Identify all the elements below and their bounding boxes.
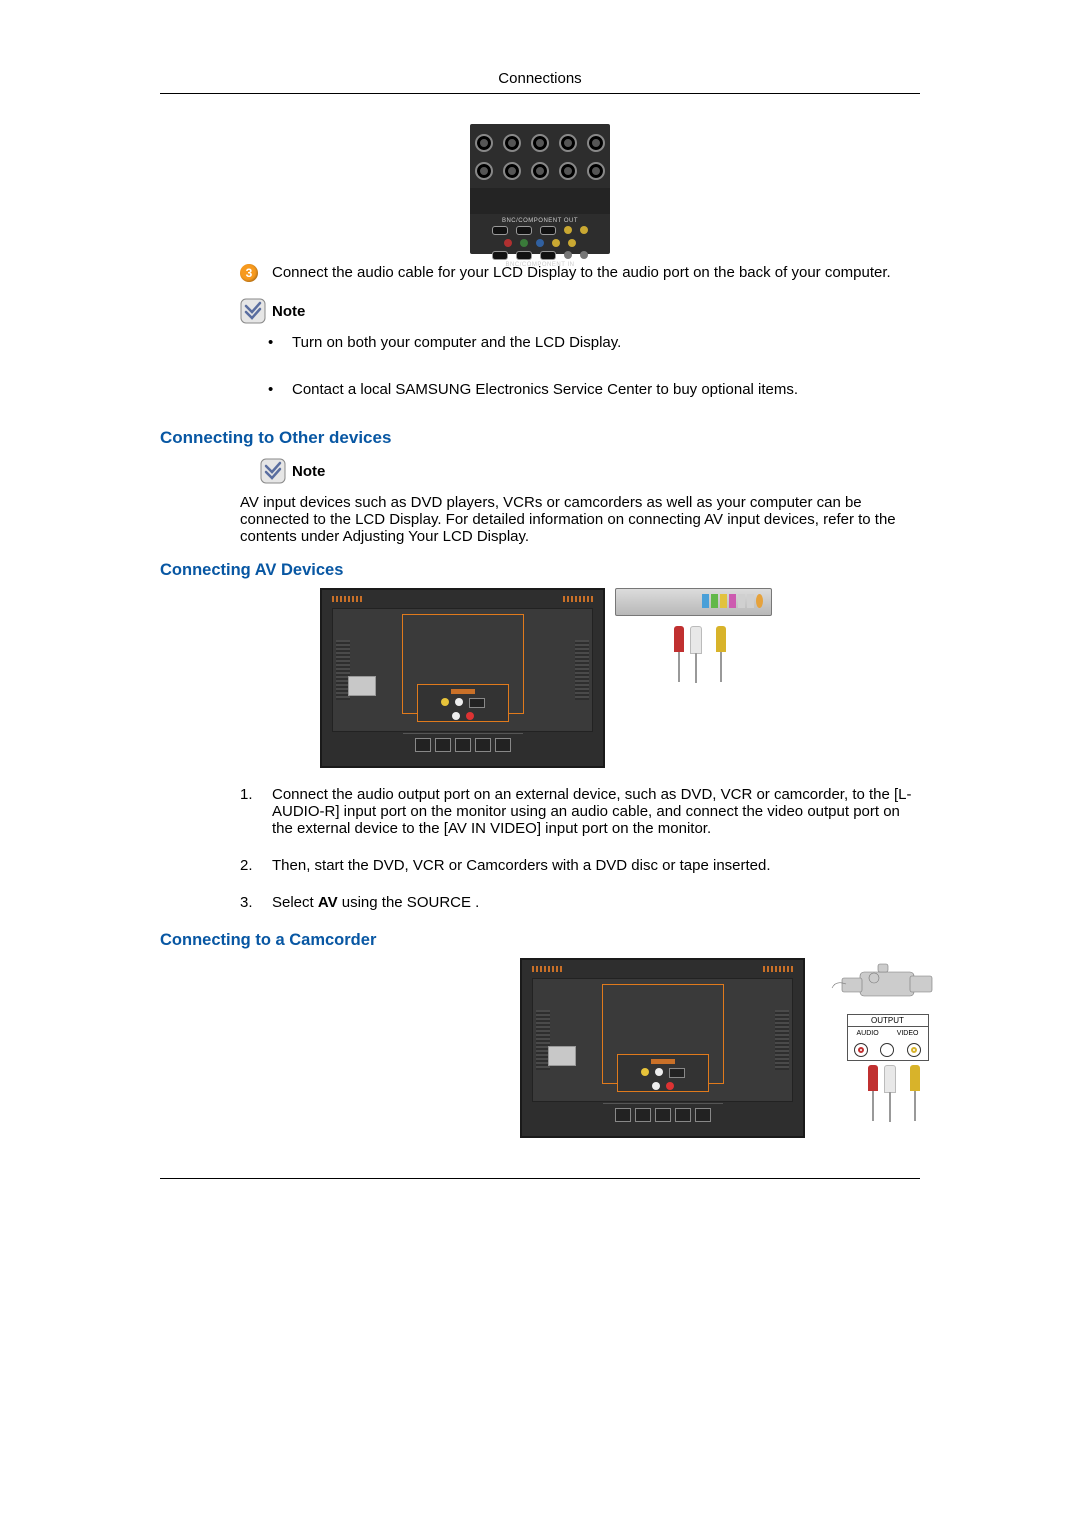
- audio-label: AUDIO: [857, 1030, 879, 1037]
- bnc-port-panel-figure: BNC/COMPONENT OUT BNC/COMPONENT IN: [470, 124, 610, 254]
- av-devices-figure: [320, 588, 760, 768]
- camcorder-graphic: [818, 958, 958, 1004]
- heading-other-devices: Connecting to Other devices: [160, 428, 920, 448]
- rca-plugs-graphic: [868, 1065, 920, 1093]
- heading-camcorder: Connecting to a Camcorder: [160, 931, 920, 950]
- av-step-1: Connect the audio output port on an exte…: [240, 786, 920, 837]
- rca-plugs-graphic: [674, 626, 726, 654]
- output-label: OUTPUT: [848, 1015, 928, 1026]
- camcorder-figure: OUTPUT AUDIO VIDEO: [520, 958, 960, 1138]
- note-1-bullet-1: Turn on both your computer and the LCD D…: [268, 334, 920, 351]
- note-icon: [240, 298, 266, 324]
- note-icon: [260, 458, 286, 484]
- note-label-2: Note: [292, 463, 325, 480]
- footer-divider: [160, 1178, 920, 1179]
- video-label: VIDEO: [897, 1030, 919, 1037]
- note-label-1: Note: [272, 303, 305, 320]
- av-step-3: Select AV using the SOURCE .: [240, 894, 920, 911]
- page-header: Connections: [160, 70, 920, 87]
- av-steps-list: Connect the audio output port on an exte…: [240, 786, 920, 911]
- step-3-badge: 3: [240, 264, 258, 282]
- note-1-bullet-2: Contact a local SAMSUNG Electronics Serv…: [268, 381, 920, 398]
- header-divider: [160, 93, 920, 94]
- heading-av-devices: Connecting AV Devices: [160, 561, 920, 580]
- note-block-2: Note: [260, 458, 920, 484]
- dvd-player-graphic: [615, 588, 772, 616]
- note-1-bullets: Turn on both your computer and the LCD D…: [268, 334, 920, 398]
- note-block-1: Note: [240, 298, 920, 324]
- bnc-in-label: BNC/COMPONENT IN: [470, 262, 610, 268]
- other-devices-paragraph: AV input devices such as DVD players, VC…: [240, 494, 920, 545]
- av-step-2: Then, start the DVD, VCR or Camcorders w…: [240, 857, 920, 874]
- camcorder-output-card: OUTPUT AUDIO VIDEO: [847, 1014, 929, 1061]
